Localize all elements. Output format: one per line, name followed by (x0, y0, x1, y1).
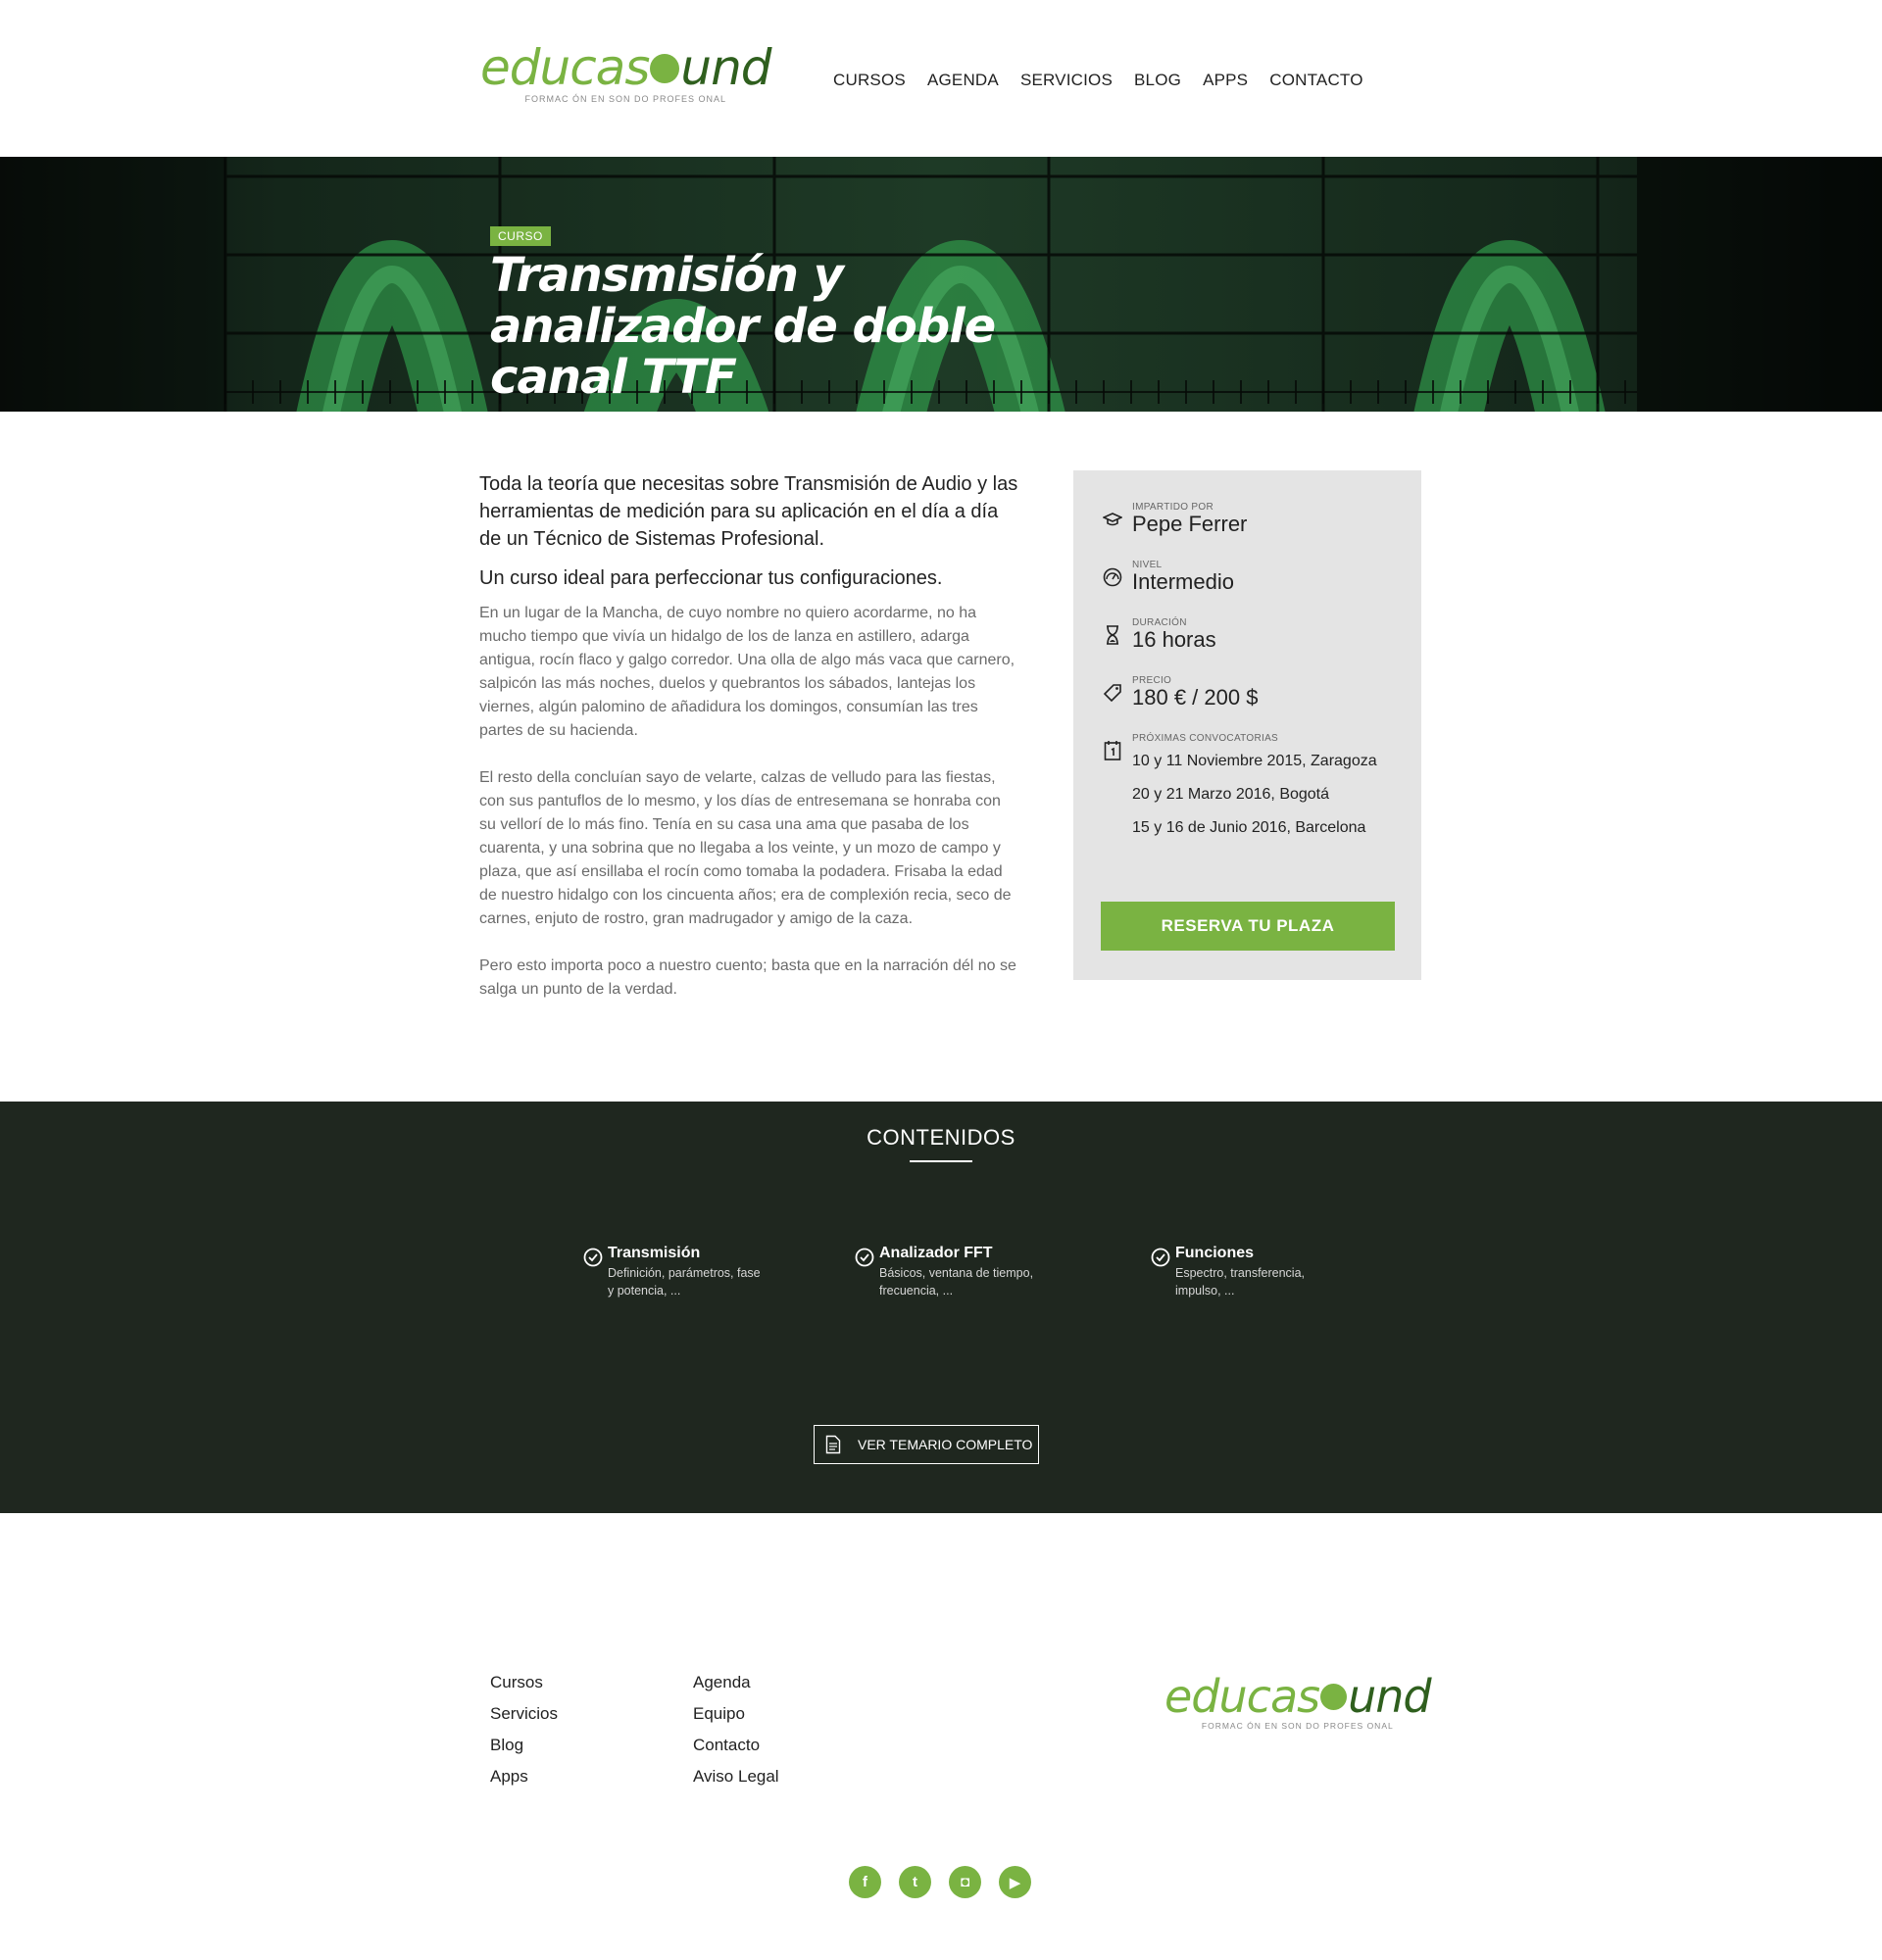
footer-link-apps[interactable]: Apps (490, 1765, 558, 1788)
price-value: 180 € / 200 $ (1132, 685, 1259, 710)
view-syllabus-button[interactable]: VER TEMARIO COMPLETO (814, 1425, 1039, 1464)
nav-item-cursos[interactable]: CURSOS (833, 71, 906, 90)
contents-title: CONTENIDOS (867, 1125, 1015, 1150)
footer-link-servicios[interactable]: Servicios (490, 1702, 558, 1726)
duration-row: DURACIÓN 16 horas (1101, 617, 1216, 652)
logo[interactable]: educas und FORMAC ÓN EN SON DO PROFES ONA… (480, 43, 772, 104)
footer-link-contacto[interactable]: Contacto (693, 1734, 779, 1757)
title-underline (910, 1160, 972, 1162)
topic-item: Analizador FFT Básicos, ventana de tiemp… (855, 1245, 1036, 1299)
footer-link-agenda[interactable]: Agenda (693, 1671, 779, 1694)
nav-item-servicios[interactable]: SERVICIOS (1020, 71, 1113, 90)
level-row: NIVEL Intermedio (1101, 560, 1234, 594)
date-item: 20 y 21 Marzo 2016, Bogotá (1132, 786, 1330, 803)
topic-description: Básicos, ventana de tiempo, frecuencia, … (879, 1266, 1034, 1298)
instructor-row: IMPARTIDO POR Pepe Ferrer (1101, 502, 1247, 536)
body-paragraph: Pero esto importa poco a nuestro cuento;… (479, 957, 1016, 998)
dates-row: PRÓXIMAS CONVOCATORIAS 10 y 11 Noviembre… (1101, 733, 1377, 844)
duration-value: 16 horas (1132, 627, 1216, 652)
facebook-icon[interactable]: f (849, 1866, 881, 1898)
date-item: 15 y 16 de Junio 2016, Barcelona (1132, 819, 1366, 836)
logo-o-dot (650, 53, 680, 83)
logo-part2: und (680, 39, 771, 96)
document-icon (824, 1435, 842, 1454)
logo-tagline: FORMAC ÓN EN SON DO PROFES ONAL (524, 94, 727, 104)
reserve-button[interactable]: RESERVA TU PLAZA (1101, 902, 1395, 951)
price-tag-icon (1101, 681, 1124, 705)
footer-link-cursos[interactable]: Cursos (490, 1671, 558, 1694)
calendar-icon (1101, 739, 1124, 762)
topic-description: Espectro, transferencia, impulso, ... (1175, 1266, 1306, 1298)
footer-logo[interactable]: educas und FORMAC ÓN EN SON DO PROFES ONA… (1164, 1674, 1432, 1731)
check-circle-icon (1151, 1248, 1170, 1267)
date-item: 10 y 11 Noviembre 2015, Zaragoza (1132, 753, 1377, 769)
nav-item-contacto[interactable]: CONTACTO (1269, 71, 1362, 90)
topic-description: Definición, parámetros, fase y potencia,… (608, 1266, 761, 1298)
body-paragraph: En un lugar de la Mancha, de cuyo nombre… (479, 605, 1015, 739)
topic-title: Analizador FFT (879, 1245, 993, 1261)
course-description: Toda la teoría que necesitas sobre Trans… (479, 470, 1018, 1025)
nav-item-apps[interactable]: APPS (1203, 71, 1248, 90)
instagram-icon[interactable]: ◘ (949, 1866, 981, 1898)
nav-item-blog[interactable]: BLOG (1134, 71, 1181, 90)
price-row: PRECIO 180 € / 200 $ (1101, 675, 1258, 710)
logo-o-dot (1320, 1684, 1348, 1710)
footer-link-equipo[interactable]: Equipo (693, 1702, 779, 1726)
footer-link-blog[interactable]: Blog (490, 1734, 558, 1757)
logo-wordmark: educas und (480, 43, 772, 92)
view-syllabus-label: VER TEMARIO COMPLETO (858, 1437, 1033, 1452)
topic-title: Funciones (1175, 1245, 1255, 1261)
topic-item: Funciones Espectro, transferencia, impul… (1151, 1245, 1332, 1299)
footer-link-aviso-legal[interactable]: Aviso Legal (693, 1765, 779, 1788)
logo-part1: educas (480, 39, 650, 96)
gauge-icon (1101, 565, 1124, 589)
topic-title: Transmisión (608, 1245, 701, 1261)
footer-links-col1: Cursos Servicios Blog Apps (490, 1671, 558, 1788)
main-nav: CURSOS AGENDA SERVICIOS BLOG APPS CONTAC… (833, 71, 1363, 90)
body-paragraph: El resto della concluían sayo de velarte… (479, 769, 1012, 927)
course-info-card: IMPARTIDO POR Pepe Ferrer NIVEL Intermed… (1073, 470, 1421, 980)
course-title: Transmisión y analizador de doble canal … (490, 248, 996, 405)
logo-wordmark: educas und (1164, 1674, 1432, 1719)
twitter-icon[interactable]: t (899, 1866, 931, 1898)
topic-item: Transmisión Definición, parámetros, fase… (583, 1245, 765, 1299)
intro-lead: Toda la teoría que necesitas sobre Trans… (479, 473, 1018, 550)
site-header: educas und FORMAC ÓN EN SON DO PROFES ONA… (0, 0, 1882, 157)
course-badge: CURSO (490, 226, 551, 246)
hourglass-icon (1101, 623, 1124, 647)
logo-part1: educas (1164, 1670, 1320, 1723)
level-value: Intermedio (1132, 569, 1234, 594)
dates-label: PRÓXIMAS CONVOCATORIAS (1132, 733, 1279, 744)
logo-tagline: FORMAC ÓN EN SON DO PROFES ONAL (1201, 1721, 1394, 1731)
check-circle-icon (583, 1248, 603, 1267)
footer-links-col2: Agenda Equipo Contacto Aviso Legal (693, 1671, 779, 1788)
youtube-icon[interactable]: ▶ (999, 1866, 1031, 1898)
graduation-cap-icon (1101, 508, 1124, 531)
intro-subtitle: Un curso ideal para perfeccionar tus con… (479, 567, 943, 589)
contents-section: CONTENIDOS Transmisión Definición, parám… (0, 1102, 1882, 1513)
social-links: f t ◘ ▶ (849, 1866, 1031, 1898)
instructor-value: Pepe Ferrer (1132, 512, 1248, 536)
check-circle-icon (855, 1248, 874, 1267)
logo-part2: und (1348, 1670, 1432, 1723)
nav-item-agenda[interactable]: AGENDA (927, 71, 999, 90)
intro-body: En un lugar de la Mancha, de cuyo nombre… (479, 602, 1018, 1002)
